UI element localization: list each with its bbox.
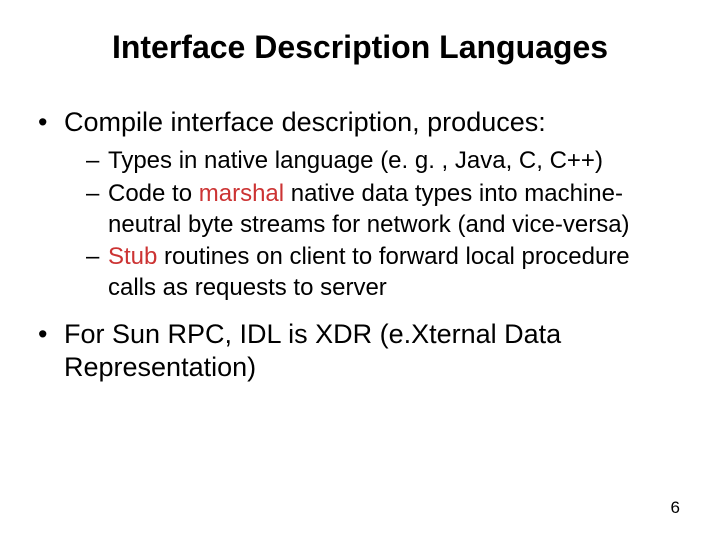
bullet-item: Compile interface description, produces:…	[36, 106, 684, 303]
sub-bullet-text: Code to	[108, 180, 199, 207]
slide: Interface Description Languages Compile …	[0, 0, 720, 540]
sub-bullet-item: Types in native language (e. g. , Java, …	[86, 146, 684, 177]
sub-bullet-text: Types in native language (e. g. , Java, …	[108, 147, 603, 174]
sub-bullet-text: routines on client to forward local proc…	[108, 243, 630, 301]
sub-bullet-item: Code to marshal native data types into m…	[86, 179, 684, 240]
sub-bullet-item: Stub routines on client to forward local…	[86, 242, 684, 303]
bullet-item: For Sun RPC, IDL is XDR (e.Xternal Data …	[36, 318, 684, 386]
bullet-text: For Sun RPC, IDL is XDR (e.Xternal Data …	[64, 319, 561, 383]
sub-bullet-emph: Stub	[108, 243, 157, 270]
bullet-text: Compile interface description, produces:	[64, 107, 546, 137]
bullet-list: Compile interface description, produces:…	[36, 106, 684, 385]
slide-title: Interface Description Languages	[36, 28, 684, 66]
sub-bullet-emph: marshal	[199, 180, 284, 207]
sub-bullet-list: Types in native language (e. g. , Java, …	[64, 146, 684, 304]
page-number: 6	[671, 498, 680, 518]
